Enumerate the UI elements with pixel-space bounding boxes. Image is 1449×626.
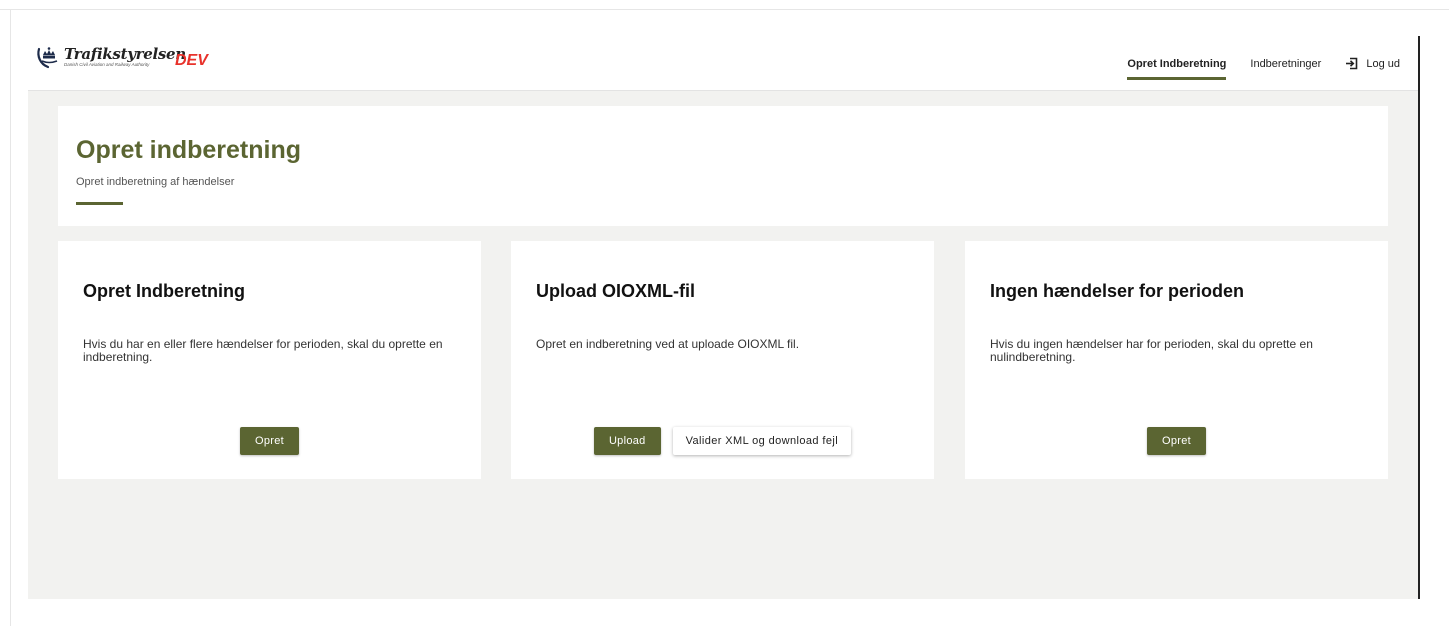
title-underline: [76, 202, 123, 205]
card-upload-oioxml: Upload OIOXML-fil Opret en indberetning …: [511, 241, 934, 479]
env-badge: DEV: [175, 52, 208, 69]
scrollbar-edge: [1418, 36, 1420, 599]
browser-frame-top: [0, 0, 1449, 10]
card-title: Ingen hændelser for perioden: [990, 281, 1245, 301]
logout-label: Log ud: [1366, 57, 1400, 70]
page-header-card: Opret indberetning Opret indberetning af…: [58, 106, 1388, 226]
card-title: Opret Indberetning: [83, 281, 245, 301]
card-actions: Upload Valider XML og download fejl: [511, 427, 934, 455]
card-actions: Opret: [58, 427, 481, 455]
validate-xml-button[interactable]: Valider XML og download fejl: [672, 427, 852, 455]
nav-create-report[interactable]: Opret Indberetning: [1127, 36, 1227, 91]
logo-subtitle: Danish Civil Aviation and Railway Author…: [64, 62, 150, 67]
create-button[interactable]: Opret: [239, 427, 299, 455]
app-window: Trafikstyrelsen Danish Civil Aviation an…: [28, 36, 1418, 599]
page-title: Opret indberetning: [76, 136, 301, 164]
logout-icon: [1346, 57, 1358, 70]
card-text: Hvis du ingen hændelser har for perioden…: [990, 337, 1313, 364]
upload-button[interactable]: Upload: [593, 427, 661, 455]
main-nav: Opret Indberetning Indberetninger Log ud: [1103, 36, 1400, 91]
logo-name: Trafikstyrelsen: [64, 45, 186, 63]
logout-link[interactable]: Log ud: [1345, 36, 1400, 91]
card-create-report: Opret Indberetning Hvis du har en eller …: [58, 241, 481, 479]
card-no-events: Ingen hændelser for perioden Hvis du ing…: [965, 241, 1388, 479]
main-content: Opret indberetning Opret indberetning af…: [28, 91, 1418, 599]
page-subtitle: Opret indberetning af hændelser: [76, 176, 235, 188]
logo[interactable]: Trafikstyrelsen Danish Civil Aviation an…: [36, 44, 186, 70]
card-title: Upload OIOXML-fil: [536, 281, 695, 301]
crown-icon: [37, 47, 58, 69]
logo-text: Trafikstyrelsen Danish Civil Aviation an…: [64, 46, 186, 68]
nav-reports[interactable]: Indberetninger: [1250, 36, 1321, 91]
top-header: Trafikstyrelsen Danish Civil Aviation an…: [28, 36, 1418, 91]
card-text: Hvis du har en eller flere hændelser for…: [83, 337, 443, 364]
card-text: Opret en indberetning ved at uploade OIO…: [536, 337, 800, 351]
create-zero-report-button[interactable]: Opret: [1146, 427, 1206, 455]
browser-frame-left: [10, 10, 11, 626]
card-actions: Opret: [965, 427, 1388, 455]
